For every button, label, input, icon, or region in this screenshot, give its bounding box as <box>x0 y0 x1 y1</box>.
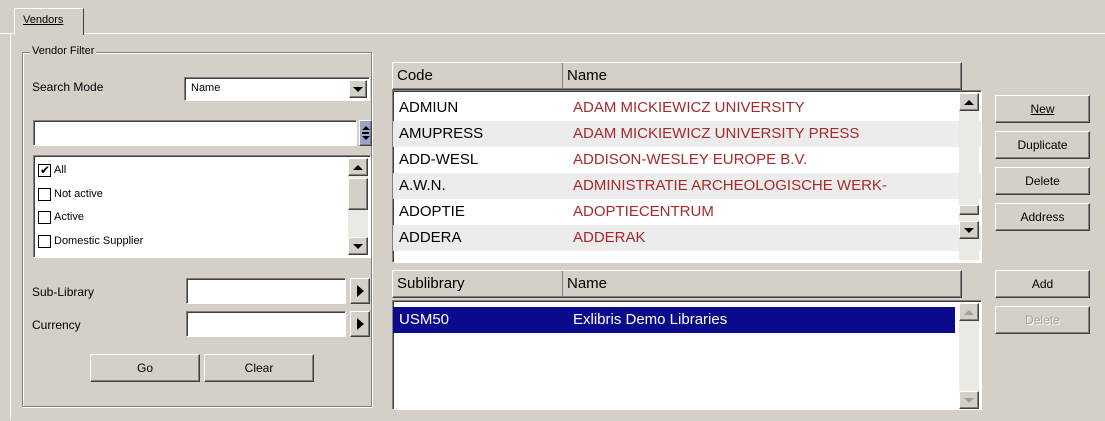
chevron-down-icon <box>353 243 363 249</box>
delete-vendor-button[interactable]: Delete <box>995 167 1090 195</box>
checkbox-domestic-supplier[interactable] <box>38 234 51 248</box>
vendor-code-cell: ADDERA <box>399 229 462 246</box>
status-option-label: All <box>54 164 67 176</box>
status-checklist: ✔ All Not active Active Domestic Supplie… <box>33 155 371 258</box>
tab-vendors[interactable]: Vendors <box>14 8 84 35</box>
search-mode-label: Search Mode <box>32 80 104 94</box>
table-row[interactable]: ADOPTIE ADOPTIECENTRUM <box>393 199 981 225</box>
go-button[interactable]: Go <box>90 354 200 382</box>
chevron-up-icon <box>353 164 363 170</box>
checkbox-all[interactable]: ✔ <box>38 162 51 177</box>
status-option-active[interactable]: Active <box>38 207 84 227</box>
currency-lookup-button[interactable] <box>350 311 370 337</box>
vendor-table-scrollbar[interactable] <box>959 93 979 260</box>
table-row[interactable]: ADDERA ADDERAK <box>393 225 981 251</box>
search-mode-value: Name <box>191 82 221 94</box>
chevron-right-icon <box>356 318 364 330</box>
vendor-table: Code Name ADMIUN ADAM MICKIEWICZ UNIVERS… <box>392 62 982 263</box>
scroll-down-button[interactable] <box>959 391 979 409</box>
status-scrollbar[interactable] <box>348 158 368 255</box>
sublibrary-code-cell: USM50 <box>399 311 450 328</box>
chevron-down-icon <box>964 397 974 403</box>
vendor-code-cell: ADMIUN <box>399 99 459 116</box>
vendor-code-cell: A.W.N. <box>399 177 446 194</box>
search-mode-dropdown-button[interactable] <box>349 80 367 98</box>
address-button[interactable]: Address <box>995 203 1090 231</box>
vendor-table-header: Code Name <box>392 62 962 90</box>
status-option-not-active[interactable]: Not active <box>38 184 103 204</box>
duplicate-button[interactable]: Duplicate <box>995 131 1090 159</box>
vendor-code-cell: ADD-WESL <box>399 151 479 168</box>
scroll-down-button[interactable] <box>959 221 979 239</box>
scroll-up-button[interactable] <box>959 303 979 321</box>
spin-down-icon <box>361 136 370 140</box>
column-header-name[interactable]: Name <box>563 63 963 89</box>
status-option-label: Not active <box>54 188 103 200</box>
vendor-table-body: ADMIUN ADAM MICKIEWICZ UNIVERSITY AMUPRE… <box>392 90 982 263</box>
search-input[interactable] <box>33 120 357 146</box>
table-row[interactable]: ADD-WESL ADDISON-WESLEY EUROPE B.V. <box>393 147 981 173</box>
sublibrary-table-scrollbar[interactable] <box>959 303 979 409</box>
chevron-up-icon <box>964 309 974 315</box>
vendor-code-cell: ADOPTIE <box>399 203 465 220</box>
status-option-all[interactable]: ✔ All <box>38 160 66 180</box>
status-option-domestic-supplier[interactable]: Domestic Supplier <box>38 231 143 251</box>
tab-vendors-label: Vendors <box>23 14 64 26</box>
chevron-down-icon <box>353 86 363 92</box>
column-header-code[interactable]: Code <box>393 63 563 89</box>
vendor-name-cell: ADMINISTRATIE ARCHEOLOGISCHE WERK- <box>573 177 887 194</box>
vendor-code-cell: AMUPRESS <box>399 125 484 142</box>
vendor-name-cell: ADAM MICKIEWICZ UNIVERSITY PRESS <box>573 125 860 142</box>
chevron-right-icon <box>356 285 364 297</box>
delete-sublibrary-button[interactable]: Delete <box>995 306 1090 334</box>
table-row[interactable]: USM50 Exlibris Demo Libraries <box>393 307 955 333</box>
sublibrary-name-cell: Exlibris Demo Libraries <box>573 311 728 328</box>
checkbox-not-active[interactable] <box>38 187 51 201</box>
sublibrary-table-body: USM50 Exlibris Demo Libraries <box>392 300 982 410</box>
new-button[interactable]: New <box>995 95 1090 123</box>
table-row[interactable]: ADMIUN ADAM MICKIEWICZ UNIVERSITY <box>393 95 981 121</box>
sub-library-label: Sub-Library <box>32 285 95 299</box>
table-row[interactable]: A.W.N. ADMINISTRATIE ARCHEOLOGISCHE WERK… <box>393 173 981 199</box>
scroll-thumb[interactable] <box>959 205 979 215</box>
clear-button[interactable]: Clear <box>204 354 314 382</box>
vendor-name-cell: ADOPTIECENTRUM <box>573 203 714 220</box>
sublibrary-table-header: Sublibrary Name <box>392 270 962 298</box>
vendor-name-cell: ADAM MICKIEWICZ UNIVERSITY <box>573 99 805 116</box>
checkmark-icon: ✔ <box>40 162 51 177</box>
table-row[interactable]: AMUPRESS ADAM MICKIEWICZ UNIVERSITY PRES… <box>393 121 981 147</box>
scroll-thumb[interactable] <box>348 178 368 210</box>
scroll-up-button[interactable] <box>959 93 979 111</box>
scroll-up-button[interactable] <box>348 158 368 176</box>
search-spin-button[interactable] <box>359 120 372 146</box>
spin-bar-icon <box>362 132 369 134</box>
status-option-label: Domestic Supplier <box>54 235 144 247</box>
checkbox-active[interactable] <box>38 210 51 224</box>
column-header-name[interactable]: Name <box>563 271 963 297</box>
currency-input[interactable] <box>186 311 346 337</box>
sub-library-lookup-button[interactable] <box>350 278 370 304</box>
search-mode-select[interactable]: Name <box>184 77 370 101</box>
tab-strip: Vendors <box>0 0 1105 35</box>
status-option-label: Active <box>54 211 84 223</box>
sublibrary-table: Sublibrary Name USM50 Exlibris Demo Libr… <box>392 270 982 410</box>
column-header-sublibrary[interactable]: Sublibrary <box>393 271 563 297</box>
chevron-down-icon <box>964 227 974 233</box>
sub-library-input[interactable] <box>186 278 346 304</box>
vendor-filter-title: Vendor Filter <box>30 45 97 57</box>
vendor-name-cell: ADDERAK <box>573 229 646 246</box>
scroll-down-button[interactable] <box>348 237 368 255</box>
add-sublibrary-button[interactable]: Add <box>995 270 1090 298</box>
spin-up-icon <box>361 126 370 130</box>
vendor-name-cell: ADDISON-WESLEY EUROPE B.V. <box>573 151 808 168</box>
chevron-up-icon <box>964 99 974 105</box>
currency-label: Currency <box>32 318 81 332</box>
